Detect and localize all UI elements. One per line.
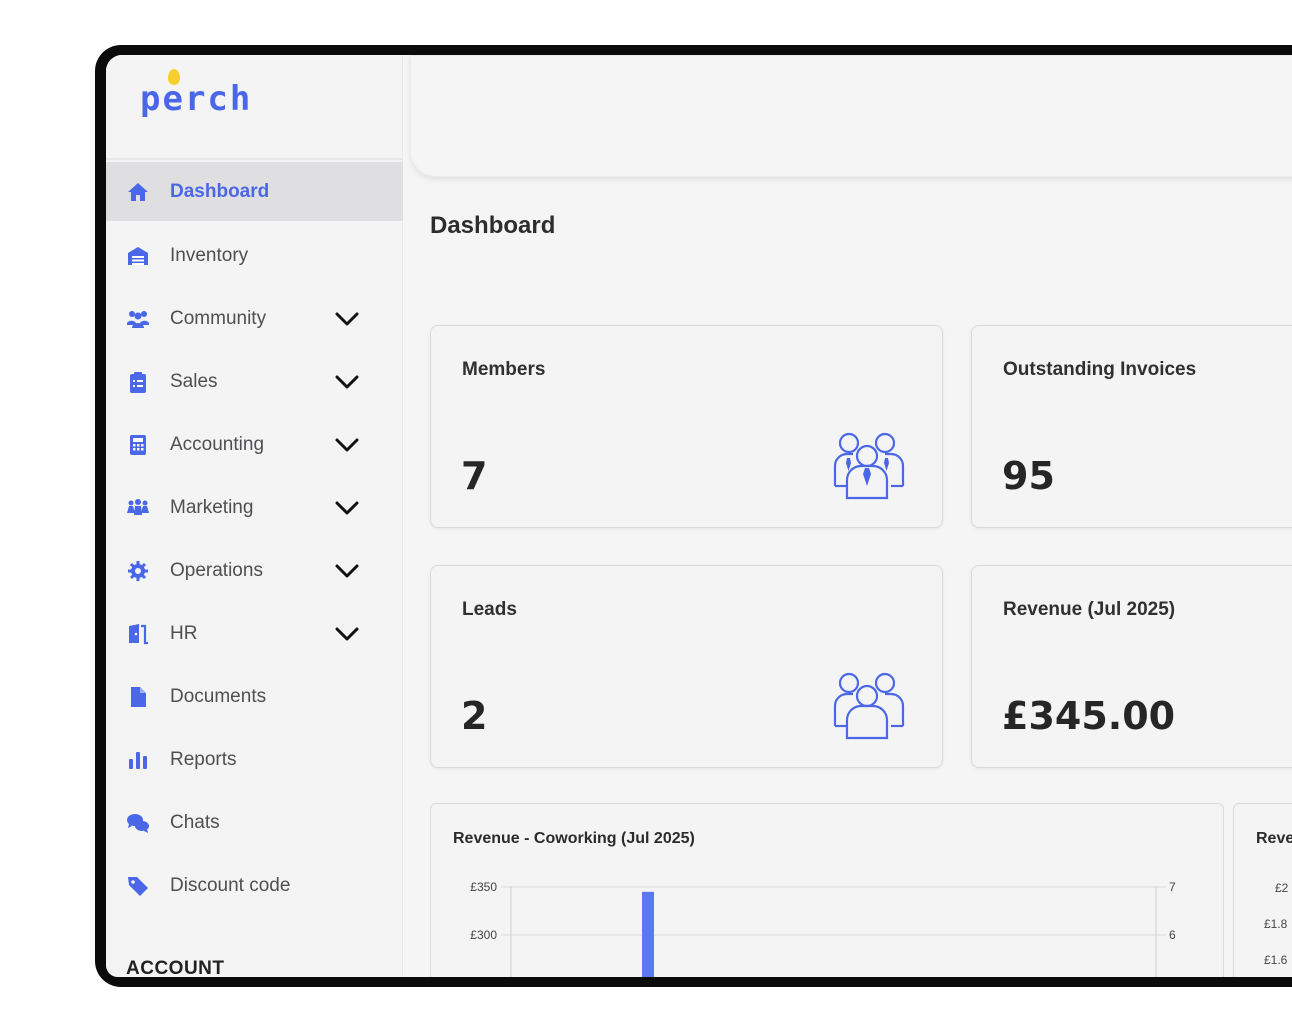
revenue-chart: £350 £300 7 6 bbox=[470, 880, 1176, 977]
y-tick-label: £2 bbox=[1275, 881, 1289, 895]
card-title: Revenue (Jul 2025) bbox=[1003, 599, 1176, 620]
sidebar-item-label: Discount code bbox=[170, 874, 291, 896]
sidebar-item-label: Inventory bbox=[170, 244, 249, 266]
sidebar-item-label: Sales bbox=[170, 370, 218, 392]
chevron-down-icon[interactable] bbox=[334, 563, 360, 579]
chart-card-revenue: Reve £2 £1.8 £1.6 bbox=[1233, 803, 1292, 977]
sidebar-item-hr[interactable]: HR bbox=[106, 602, 403, 665]
home-icon bbox=[125, 179, 151, 205]
section-label-account: ACCOUNT bbox=[126, 958, 225, 977]
sidebar-item-label: Chats bbox=[170, 811, 220, 833]
card-title: Members bbox=[462, 359, 546, 380]
chevron-down-icon[interactable] bbox=[334, 437, 360, 453]
team-icon bbox=[833, 432, 905, 500]
sidebar-item-label: Operations bbox=[170, 559, 263, 581]
gear-icon bbox=[125, 558, 151, 584]
chevron-down-icon[interactable] bbox=[334, 500, 360, 516]
card-revenue[interactable]: Revenue (Jul 2025) £345.00 bbox=[971, 565, 1292, 768]
chart-title: Reve bbox=[1256, 830, 1292, 847]
sidebar-item-inventory[interactable]: Inventory bbox=[106, 224, 403, 287]
sidebar-nav: Dashboard Inventory Community Sales Accounti… bbox=[106, 162, 403, 917]
sidebar-item-label: Marketing bbox=[170, 496, 254, 518]
y-tick-label: £1.6 bbox=[1264, 953, 1288, 967]
sidebar-item-documents[interactable]: Documents bbox=[106, 665, 403, 728]
group-icon bbox=[833, 672, 905, 740]
warehouse-icon bbox=[125, 243, 151, 269]
chevron-down-icon[interactable] bbox=[334, 311, 360, 327]
users-icon bbox=[125, 306, 151, 332]
calculator-icon bbox=[125, 432, 151, 458]
page-title: Dashboard bbox=[430, 212, 556, 239]
sidebar-item-discount-code[interactable]: Discount code bbox=[106, 854, 403, 917]
card-value: £345.00 bbox=[1002, 694, 1176, 738]
bar-chart-icon bbox=[125, 747, 151, 773]
sidebar-item-operations[interactable]: Operations bbox=[106, 539, 403, 602]
sidebar-item-label: Reports bbox=[170, 748, 237, 770]
chevron-down-icon[interactable] bbox=[334, 374, 360, 390]
door-icon bbox=[125, 621, 151, 647]
top-bar bbox=[410, 55, 1292, 177]
brand-name: perch bbox=[140, 79, 253, 119]
sidebar-item-dashboard[interactable]: Dashboard bbox=[106, 162, 403, 221]
sidebar-item-chats[interactable]: Chats bbox=[106, 791, 403, 854]
bar bbox=[642, 891, 654, 977]
chat-bubbles-icon bbox=[125, 810, 151, 836]
card-value: 7 bbox=[461, 454, 488, 498]
card-title: Outstanding Invoices bbox=[1003, 359, 1197, 380]
file-icon bbox=[125, 684, 151, 710]
clipboard-icon bbox=[125, 369, 151, 395]
y2-tick-label: 6 bbox=[1169, 928, 1176, 942]
brand-logo[interactable]: perch bbox=[140, 69, 340, 159]
sidebar-item-label: Community bbox=[170, 307, 267, 329]
sidebar: perch Dashboard Inventory Community Sales Ac… bbox=[106, 55, 403, 977]
app-screen: perch Dashboard Inventory Community Sales Ac… bbox=[106, 55, 1292, 977]
sidebar-item-reports[interactable]: Reports bbox=[106, 728, 403, 791]
card-title: Leads bbox=[462, 599, 517, 620]
sidebar-item-community[interactable]: Community bbox=[106, 287, 403, 350]
sidebar-item-sales[interactable]: Sales bbox=[106, 350, 403, 413]
sidebar-item-label: Dashboard bbox=[170, 180, 270, 202]
y-tick-label: £1.8 bbox=[1264, 917, 1288, 931]
y2-tick-label: 7 bbox=[1169, 880, 1176, 894]
sidebar-item-label: Accounting bbox=[170, 433, 265, 455]
chart-card-coworking: Revenue - Coworking (Jul 2025) £350 £300 7… bbox=[430, 803, 1224, 977]
sidebar-item-label: HR bbox=[170, 622, 198, 644]
sidebar-item-marketing[interactable]: Marketing bbox=[106, 476, 403, 539]
card-outstanding-invoices[interactable]: Outstanding Invoices 95 bbox=[971, 325, 1292, 528]
sidebar-item-accounting[interactable]: Accounting bbox=[106, 413, 403, 476]
y-tick-label: £350 bbox=[470, 880, 497, 894]
card-members[interactable]: Members 7 bbox=[430, 325, 943, 528]
card-value: 95 bbox=[1002, 454, 1055, 498]
y-tick-label: £300 bbox=[470, 928, 497, 942]
tag-icon bbox=[125, 873, 151, 899]
people-group-icon bbox=[125, 495, 151, 521]
sidebar-item-label: Documents bbox=[170, 685, 267, 707]
chevron-down-icon[interactable] bbox=[334, 626, 360, 642]
divider bbox=[106, 158, 403, 160]
card-value: 2 bbox=[461, 694, 488, 738]
card-leads[interactable]: Leads 2 bbox=[430, 565, 943, 768]
